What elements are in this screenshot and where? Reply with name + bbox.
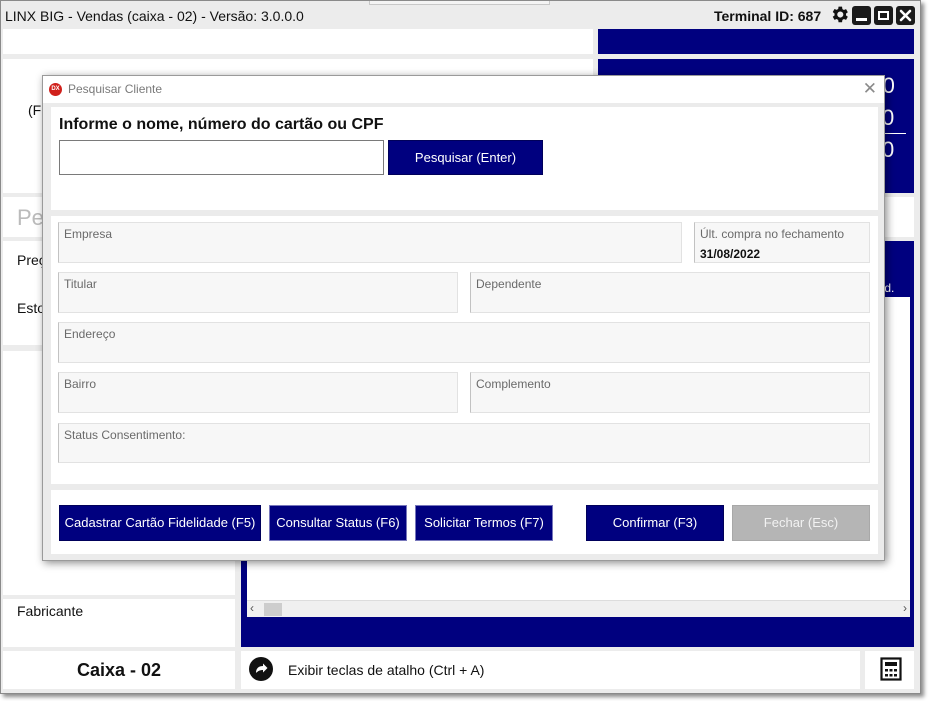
close-window-icon[interactable] [896, 6, 915, 25]
maximize-icon[interactable] [874, 6, 893, 25]
title-bar: LINX BIG - Vendas (caixa - 02) - Versão:… [1, 1, 920, 29]
ult-compra-field: Últ. compra no fechamento 31/08/2022 [694, 222, 870, 263]
window-title: LINX BIG - Vendas (caixa - 02) - Versão:… [5, 8, 304, 24]
caixa-label: Caixa - 02 [76, 660, 162, 680]
minimize-icon[interactable] [852, 6, 871, 25]
status-consentimento-label: Status Consentimento: [64, 428, 186, 442]
solicitar-termos-button[interactable]: Solicitar Termos (F7) [415, 505, 553, 541]
status-consentimento-field: Status Consentimento: [58, 423, 870, 463]
search-label: Informe o nome, número do cartão ou CPF [59, 116, 384, 133]
fechar-button[interactable]: Fechar (Esc) [732, 505, 870, 541]
search-input[interactable] [59, 140, 384, 175]
customer-fields: Empresa Últ. compra no fechamento 31/08/… [51, 216, 878, 484]
share-arrow-icon [249, 657, 273, 681]
complemento-field: Complemento [470, 372, 870, 413]
scroll-right-icon[interactable]: › [903, 601, 907, 615]
dependente-field: Dependente [470, 272, 870, 313]
empresa-label: Empresa [64, 227, 113, 241]
titular-field: Titular [58, 272, 458, 313]
close-icon[interactable]: ✕ [863, 79, 877, 99]
empresa-field: Empresa [58, 222, 682, 263]
dialog-title: Pesquisar Cliente [68, 82, 163, 96]
ult-compra-value: 31/08/2022 [700, 247, 761, 261]
search-section: Informe o nome, número do cartão ou CPF … [51, 107, 878, 210]
search-customer-dialog: DX Pesquisar Cliente ✕ Informe o nome, n… [42, 75, 885, 561]
top-right-navy-bar [598, 29, 914, 54]
calculator-icon[interactable] [880, 657, 902, 681]
scroll-thumb[interactable] [264, 603, 282, 616]
dialog-actions: Cadastrar Cartão Fidelidade (F5) Consult… [51, 490, 878, 554]
bairro-label: Bairro [64, 377, 97, 391]
search-button[interactable]: Pesquisar (Enter) [388, 140, 543, 175]
top-left-panel [3, 29, 593, 54]
endereco-label: Endereço [64, 327, 116, 341]
confirmar-button[interactable]: Confirmar (F3) [586, 505, 724, 541]
consultar-status-button[interactable]: Consultar Status (F6) [269, 505, 407, 541]
ult-compra-label: Últ. compra no fechamento [700, 227, 845, 241]
gear-icon[interactable] [829, 4, 850, 25]
titular-label: Titular [64, 277, 97, 291]
fabricante-label: Fabricante [17, 603, 84, 619]
app-window: LINX BIG - Vendas (caixa - 02) - Versão:… [0, 0, 921, 694]
horizontal-scrollbar[interactable]: ‹ › [247, 600, 910, 617]
dx-logo-icon: DX [49, 83, 62, 96]
title-tab-hint [369, 1, 550, 5]
dialog-title-bar: DX Pesquisar Cliente ✕ [43, 76, 884, 103]
caixa-panel: Caixa - 02 [3, 651, 235, 689]
cadastrar-cartao-button[interactable]: Cadastrar Cartão Fidelidade (F5) [59, 505, 261, 541]
shortcut-hint: Exibir teclas de atalho (Ctrl + A) [288, 662, 485, 678]
bairro-field: Bairro [58, 372, 458, 413]
dependente-label: Dependente [476, 277, 542, 291]
bg-label-pe: Pe [17, 205, 44, 230]
fabricante-panel: Fabricante [3, 599, 235, 647]
scroll-left-icon[interactable]: ‹ [250, 601, 254, 615]
shortcut-bar[interactable]: Exibir teclas de atalho (Ctrl + A) [241, 651, 860, 689]
complemento-label: Complemento [476, 377, 551, 391]
bg-label-estoque: Esto [17, 300, 46, 316]
terminal-id: Terminal ID: 687 [714, 8, 822, 24]
bg-label-f: (F [28, 102, 42, 118]
endereco-field: Endereço [58, 322, 870, 363]
